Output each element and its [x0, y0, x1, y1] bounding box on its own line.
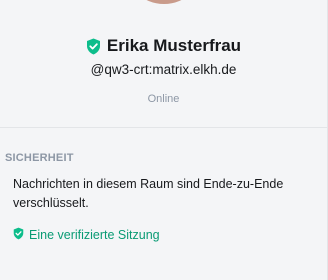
- encryption-description: Nachrichten in diesem Raum sind Ende-zu-…: [13, 177, 284, 210]
- verified-sessions-link[interactable]: Eine verifizierte Sitzung: [13, 227, 160, 243]
- avatar[interactable]: [124, 0, 204, 4]
- user-id[interactable]: @qw3-crt:matrix.elkh.de: [0, 62, 327, 77]
- divider: [0, 127, 327, 128]
- user-info-panel: Erika Musterfrau @qw3-crt:matrix.elkh.de…: [0, 0, 328, 280]
- verified-shield-icon: [86, 38, 101, 55]
- presence-status: Online: [147, 93, 180, 105]
- display-name: Erika Musterfrau: [106, 36, 242, 55]
- verified-shield-icon: [13, 227, 24, 243]
- user-name-row: Erika Musterfrau: [0, 36, 327, 56]
- sessions-link-label[interactable]: Eine verifizierte Sitzung: [29, 228, 160, 242]
- security-section-title: SICHERHEIT: [5, 152, 74, 164]
